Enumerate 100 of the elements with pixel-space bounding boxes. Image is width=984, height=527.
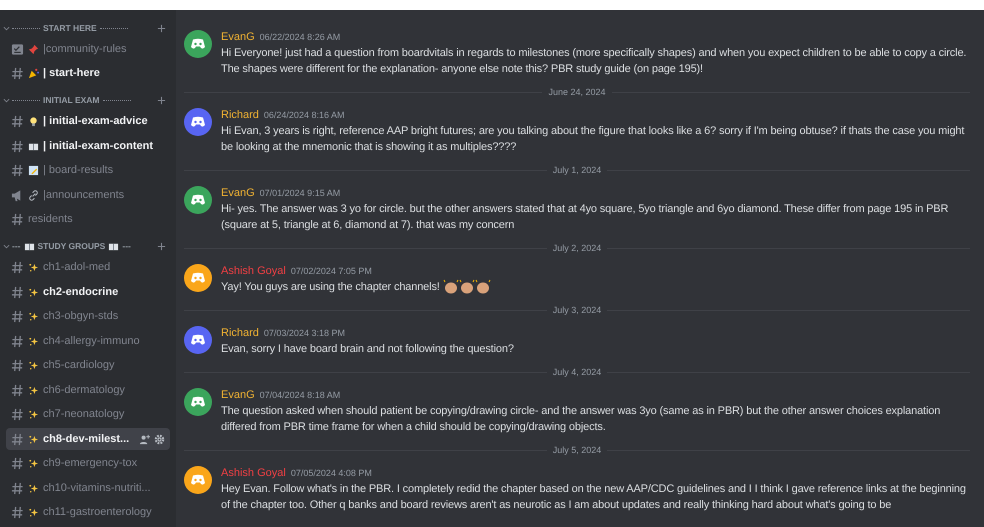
message-text: Evan, sorry I have board brain and not following the question? xyxy=(221,342,514,355)
message-text: Yay! You guys are using the chapter channels! xyxy=(221,280,440,292)
gamepad-logo-icon xyxy=(190,194,206,206)
timestamp: 06/22/2024 8:26 AM xyxy=(260,31,340,44)
hash-icon xyxy=(11,310,24,323)
plus-icon[interactable] xyxy=(157,242,166,251)
timestamp: 07/02/2024 7:05 PM xyxy=(290,265,372,278)
channel-item[interactable]: ch4-allergy-immuno xyxy=(6,330,170,352)
channel-item[interactable]: ch7-neonatology xyxy=(6,404,170,426)
date-divider: July 4, 2024 xyxy=(552,366,602,379)
avatar[interactable] xyxy=(184,186,212,214)
channel-name: residents xyxy=(28,212,74,228)
message-text: Hey Evan. Follow what's in the PBR. I completely redid the chapter based on the new AAP/CDC guidelines and I I think I gave reference links at the beginning of the chapter too. Other q banks and board reviews aren't as neurotic as I am about updates and really thinking hard about what's going to be xyxy=(221,482,966,511)
sparkles-icon xyxy=(28,434,39,444)
author-name[interactable]: EvanG xyxy=(221,30,255,44)
channel-name: |community-rules xyxy=(43,42,128,57)
author-name[interactable]: Ashish Goyal xyxy=(221,466,286,480)
hash-icon xyxy=(11,457,24,470)
gamepad-logo-icon xyxy=(190,396,206,408)
avatar[interactable] xyxy=(184,466,212,494)
channel-item[interactable]: residents xyxy=(6,208,170,230)
settings-icon[interactable] xyxy=(154,434,165,444)
channel-item[interactable]: ch5-cardiology xyxy=(6,354,170,376)
gamepad-logo-icon xyxy=(190,38,206,50)
plus-icon[interactable] xyxy=(157,24,166,32)
gamepad-logo-icon xyxy=(190,272,206,284)
hash-icon xyxy=(11,359,24,372)
hash-icon xyxy=(11,213,24,226)
channel-item[interactable]: ch1-adol-med xyxy=(6,256,170,278)
channel-name: ch7-neonatology xyxy=(43,407,126,422)
dash-text: --- xyxy=(12,240,20,253)
timestamp: 07/04/2024 8:18 AM xyxy=(260,389,340,402)
author-name[interactable]: EvanG xyxy=(221,388,255,402)
dash-text: --- xyxy=(122,240,131,253)
date-divider: July 1, 2024 xyxy=(552,164,602,177)
hash-icon xyxy=(11,482,24,494)
channel-item[interactable]: ch6-dermatology xyxy=(6,379,170,401)
channel-name: ch3-obgyn-stds xyxy=(43,309,120,324)
channel-name: |announcements xyxy=(43,188,126,203)
channel-item[interactable]: |community-rules xyxy=(6,38,170,60)
date-divider: June 24, 2024 xyxy=(548,86,606,98)
chevron-down-icon[interactable] xyxy=(3,243,10,250)
channel-item[interactable]: |announcements xyxy=(6,184,170,206)
channel-name: ch2-endocrine xyxy=(43,284,120,300)
hash-icon xyxy=(11,140,24,152)
hash-icon xyxy=(11,408,24,421)
sparkles-icon xyxy=(28,286,39,298)
channel-name: ch10-vitamins-nutriti... xyxy=(43,480,152,496)
message-text: The question asked when should patient be copying/drawing circle- and the answer was 3yo (same as in PBR) but the other answer choices explanation differed from PBR time frame for when a child should be copying/drawing objects. xyxy=(221,404,940,433)
message-text: Hi Evan, 3 years is right, reference AAP bright futures; are you talking about the figure that looks like a 6? sorry if I'm being obtuse? if thats the case you might be looking at the mnemonic that is showing it as multiples???? xyxy=(221,124,964,152)
hash-icon xyxy=(11,506,24,519)
channel-item[interactable]: | board-results xyxy=(6,160,170,182)
channel-item[interactable]: | start-here xyxy=(6,62,170,84)
gamepad-logo-icon xyxy=(190,474,206,486)
channel-item[interactable]: | initial-exam-advice xyxy=(6,110,170,132)
book-icon xyxy=(108,241,120,252)
add-member-icon[interactable] xyxy=(139,434,150,444)
channel-item[interactable]: ch9-emergency-tox xyxy=(6,452,170,474)
category-header[interactable]: INITIAL EXAM xyxy=(12,94,157,107)
channel-item[interactable]: ch11-gastroenterology xyxy=(6,502,170,524)
author-name[interactable]: Ashish Goyal xyxy=(221,264,286,278)
timestamp: 06/24/2024 8:16 AM xyxy=(264,109,344,122)
hash-icon xyxy=(11,261,24,274)
link-icon xyxy=(28,190,39,200)
channel-item[interactable]: ch2-endocrine xyxy=(6,281,170,303)
channel-name: ch4-allergy-immuno xyxy=(43,334,141,349)
avatar[interactable] xyxy=(184,326,212,354)
avatar[interactable] xyxy=(184,388,212,416)
author-name[interactable]: Richard xyxy=(221,326,259,340)
category-title: STUDY GROUPS xyxy=(38,240,106,253)
sparkles-icon xyxy=(28,311,39,322)
channel-name: ch9-emergency-tox xyxy=(43,456,138,472)
channel-item[interactable]: ch10-vitamins-nutriti... xyxy=(6,477,170,499)
timestamp: 07/03/2024 3:18 PM xyxy=(264,327,345,340)
light-bulb-icon xyxy=(28,116,39,127)
channel-name: ch8-dev-milest... xyxy=(43,432,130,447)
channel-item[interactable]: ch8-dev-milest... xyxy=(6,428,170,450)
hash-icon xyxy=(11,115,24,128)
channel-item[interactable]: ch3-obgyn-stds xyxy=(6,306,170,328)
checklist-icon xyxy=(11,42,24,56)
plus-icon[interactable] xyxy=(157,96,166,105)
chevron-down-icon[interactable] xyxy=(3,97,10,104)
avatar[interactable] xyxy=(184,264,212,292)
pushpin-icon xyxy=(28,44,39,54)
sparkles-icon xyxy=(28,360,39,371)
date-divider: July 5, 2024 xyxy=(552,444,602,457)
channel-name: | initial-exam-advice xyxy=(43,114,149,130)
category-header[interactable]: START HERE xyxy=(12,22,157,34)
chevron-down-icon[interactable] xyxy=(3,24,10,32)
hash-icon xyxy=(11,384,24,396)
avatar[interactable] xyxy=(184,30,212,58)
channel-item[interactable]: | initial-exam-content xyxy=(6,135,170,157)
channel-name: ch5-cardiology xyxy=(43,358,116,374)
avatar[interactable] xyxy=(184,108,212,136)
category-title: INITIAL EXAM xyxy=(43,94,100,107)
hash-icon xyxy=(11,164,24,177)
category-header[interactable]: --- STUDY GROUPS --- xyxy=(12,240,157,253)
sparkles-icon xyxy=(28,336,39,346)
author-name[interactable]: EvanG xyxy=(221,186,255,200)
author-name[interactable]: Richard xyxy=(221,108,259,122)
